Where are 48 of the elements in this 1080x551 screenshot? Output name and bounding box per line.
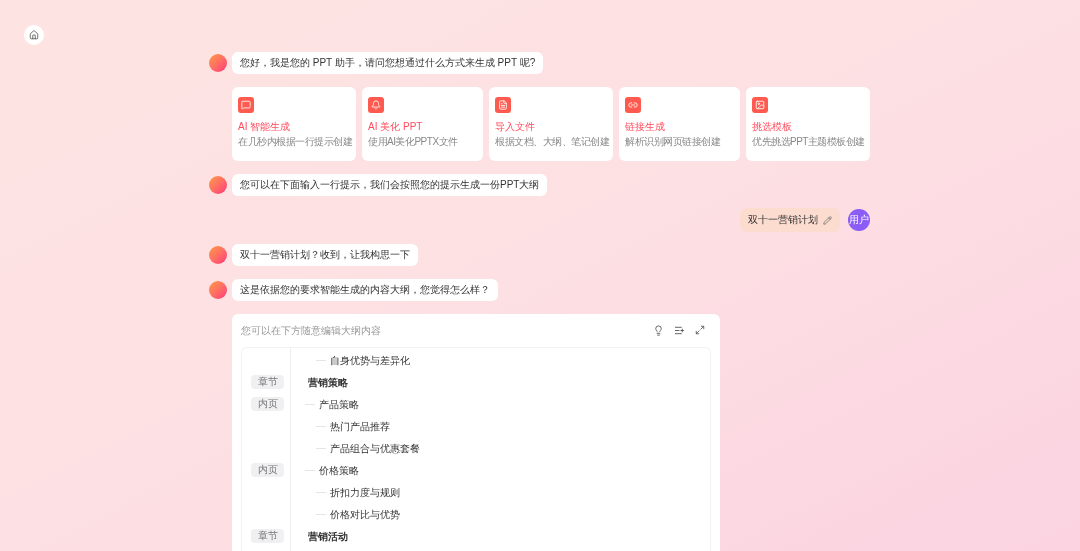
image-icon [752,97,768,113]
chat-message: 双十一营销计划 [748,214,818,226]
assistant-avatar-icon [209,54,227,72]
outline-text[interactable]: 价格对比与优势 [330,506,400,522]
assistant-avatar-icon [209,281,227,299]
option-card[interactable]: 链接生成 解析识别网页链接创建 [619,87,740,161]
outline-text[interactable]: 营销活动 [308,528,348,544]
option-card[interactable]: AI 美化 PPT 使用AI美化PPTX文件 [362,87,483,161]
outline-text[interactable]: 产品组合与优惠套餐 [330,440,420,456]
option-title: 导入文件 [495,121,536,133]
assistant-avatar-icon [209,176,227,194]
bell-icon [368,97,384,113]
chat-message: 您可以在下面输入一行提示，我们会按照您的提示生成一份PPT大纲 [232,174,548,196]
option-title: AI 智能生成 [238,121,292,133]
outline-text[interactable]: 产品策略 [319,396,359,412]
option-card[interactable]: 导入文件 根据文档、大纲、笔记创建 [489,87,613,161]
option-title: AI 美化 PPT [368,121,424,133]
outline-tag: 内页 [251,463,284,477]
option-description: 使用AI美化PPTX文件 [368,136,459,148]
outline-hint: 您可以在下方随意编辑大纲内容 [241,323,381,338]
outline-tag: 章节 [251,375,284,389]
home-icon [29,30,39,40]
chat-bubble-icon [238,97,254,113]
outline-text[interactable]: 自身优势与差异化 [330,352,410,368]
edit-icon[interactable] [823,215,832,225]
outline-text[interactable]: 热门产品推荐 [330,418,390,434]
expand-icon[interactable] [695,325,705,335]
option-title: 挑选模板 [752,121,793,133]
link-icon [625,97,641,113]
document-icon [495,97,511,113]
option-description: 优先挑选PPT主题模板创建 [752,136,864,148]
chat-message: 双十一营销计划？收到，让我构思一下 [232,244,418,266]
chat-message: 您好，我是您的 PPT 助手，请问您想通过什么方式来生成 PPT 呢? [232,52,544,74]
option-card[interactable]: 挑选模板 优先挑选PPT主题模板创建 [746,87,870,161]
outline-tag: 章节 [251,529,284,543]
outline-text[interactable]: 营销策略 [308,374,348,390]
lightbulb-icon[interactable] [653,324,664,336]
option-title: 链接生成 [625,121,666,133]
list-add-icon[interactable] [674,324,685,336]
option-card[interactable]: AI 智能生成 在几秒内根据一行提示创建 [232,87,356,161]
option-description: 解析识别网页链接创建 [625,136,722,148]
outline-text[interactable]: 价格策略 [319,462,359,478]
chat-message: 这是依据您的要求智能生成的内容大纲，您觉得怎么样？ [232,279,498,301]
user-avatar: 用户 [848,209,870,231]
assistant-avatar-icon [209,246,227,264]
outline-tag: 内页 [251,397,284,411]
outline-text[interactable]: 折扣力度与规则 [330,484,400,500]
home-button[interactable] [24,25,44,45]
